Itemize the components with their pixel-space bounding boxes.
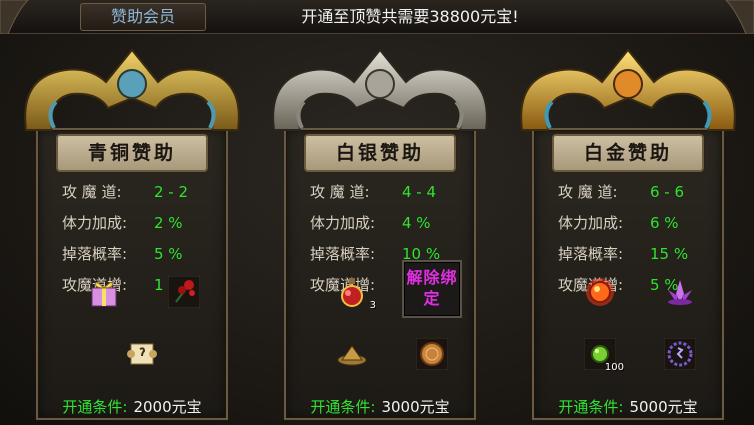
sponsor-window: 赞助会员 开通至顶赞共需要38800元宝! 青铜赞助 攻 魔 道: 2 - 2 体… [0, 0, 754, 425]
stat-row-stamina: 体力加成: 6 % [532, 208, 724, 239]
coin-medal-icon[interactable] [416, 338, 448, 370]
unbind-button[interactable]: 解除绑定 [402, 260, 462, 318]
stat-label: 体力加成: [62, 214, 128, 232]
unlock-condition: 开通条件: 3000元宝 [286, 396, 474, 418]
stat-row-attack: 攻 魔 道: 2 - 2 [36, 177, 228, 208]
potion-icon [341, 278, 363, 307]
stat-label: 掉落概率: [310, 245, 376, 263]
stat-row-stamina: 体力加成: 2 % [36, 208, 228, 239]
stat-label: 体力加成: [558, 214, 624, 232]
lotus-crystal-icon[interactable] [664, 276, 696, 308]
total-cost-message: 开通至顶赞共需要38800元宝! [301, 7, 519, 26]
stat-value: 4 % [402, 214, 431, 232]
stat-value: 6 - 6 [650, 183, 685, 201]
stat-row-attack: 攻 魔 道: 4 - 4 [284, 177, 476, 208]
fire-orb-icon[interactable] [584, 276, 616, 308]
tab-sponsor-member[interactable]: 赞助会员 [80, 3, 206, 31]
stat-label: 攻 魔 道: [558, 183, 618, 201]
gift-box-icon[interactable] [88, 276, 120, 308]
item-quantity: 100 [604, 362, 624, 373]
stat-value: 5 % [154, 245, 183, 263]
unlock-condition: 开通条件: 2000元宝 [38, 396, 226, 418]
condition-price: 2000元宝 [133, 398, 202, 416]
tier-title: 白银赞助 [335, 142, 424, 164]
stat-row-stamina: 体力加成: 4 % [284, 208, 476, 239]
stat-value: 4 - 4 [402, 183, 437, 201]
tier-card-bronze: 青铜赞助 攻 魔 道: 2 - 2 体力加成: 2 % 掉落概率: 5 % 攻魔道增:… [16, 42, 248, 420]
stat-row-drop-rate: 掉落概率: 5 % [36, 239, 228, 270]
stat-label: 攻 魔 道: [62, 183, 122, 201]
condition-price: 5000元宝 [629, 398, 698, 416]
top-bar: 赞助会员 开通至顶赞共需要38800元宝! [0, 0, 754, 34]
condition-price: 3000元宝 [381, 398, 450, 416]
tier-title: 青铜赞助 [87, 142, 176, 164]
stat-row-drop-rate: 掉落概率: 15 % [532, 239, 724, 270]
condition-label: 开通条件: [62, 398, 128, 416]
tier-card-platinum: 白金赞助 攻 魔 道:6 - 6 体力加成:6 % 掉落概率:15 % 攻魔道增… [512, 42, 744, 420]
item-quantity: 3 [369, 300, 376, 311]
scroll-icon[interactable] [126, 338, 158, 370]
tier-card-silver: 白银赞助 攻 魔 道: 4 - 4 体力加成: 4 % 掉落概率: 10 % 攻魔道增… [264, 42, 496, 420]
condition-label: 开通条件: [558, 398, 624, 416]
stat-value: 2 - 2 [154, 183, 189, 201]
rune-portal-icon[interactable] [664, 338, 696, 370]
hat-icon[interactable] [336, 338, 368, 370]
stat-row-attack: 攻 魔 道: 6 - 6 [532, 177, 724, 208]
condition-label: 开通条件: [310, 398, 376, 416]
potion-item[interactable]: 3 [336, 276, 376, 311]
dragon-crest-bronze-icon [24, 48, 240, 131]
red-flower-icon[interactable] [168, 276, 200, 308]
stat-value: 15 % [650, 245, 689, 263]
corner-ornament-left-icon [0, 0, 29, 34]
stat-label: 掉落概率: [62, 245, 128, 263]
dragon-crest-silver-icon [272, 48, 488, 131]
stat-label: 体力加成: [310, 214, 376, 232]
stat-value: 6 % [650, 214, 679, 232]
stat-label: 攻 魔 道: [310, 183, 370, 201]
dragon-crest-platinum-icon [520, 48, 736, 131]
green-bead-item[interactable]: 100 [583, 337, 624, 373]
corner-ornament-right-icon [725, 0, 754, 34]
stat-label: 掉落概率: [558, 245, 624, 263]
unlock-condition: 开通条件: 5000元宝 [534, 396, 722, 418]
tier-title: 白金赞助 [583, 142, 672, 164]
stat-value: 2 % [154, 214, 183, 232]
